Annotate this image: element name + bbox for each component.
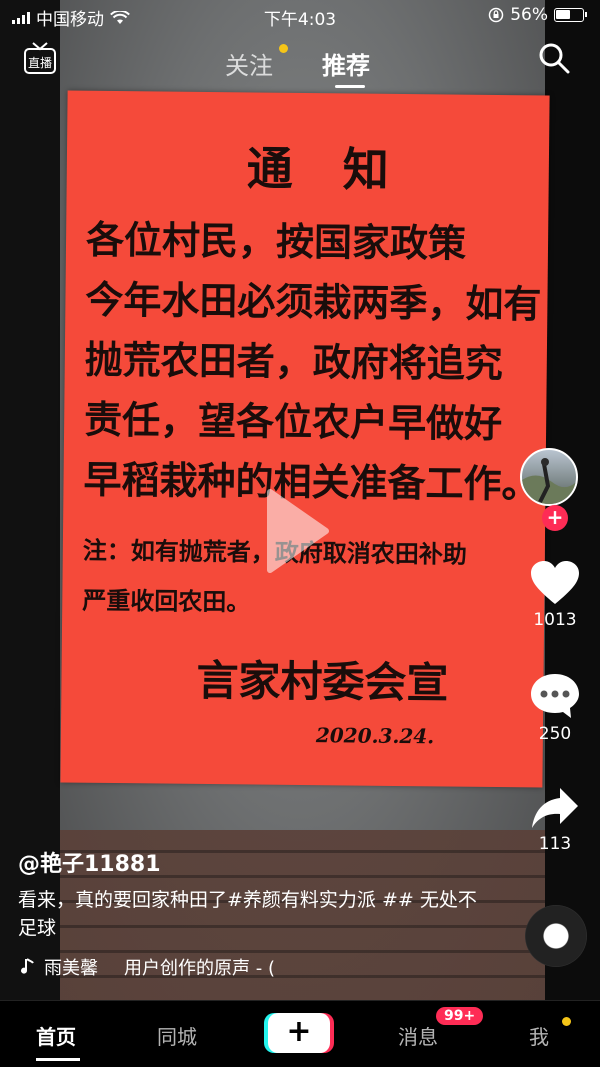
tab-follow[interactable]: 关注 [225, 46, 273, 81]
author-handle[interactable]: @艳子11881 [18, 846, 161, 878]
tab-me[interactable]: 我 [529, 1021, 549, 1050]
battery-percent: 56% [510, 5, 548, 25]
author-avatar[interactable] [520, 448, 578, 506]
tab-recommend[interactable]: 推荐 [322, 46, 370, 81]
notice-note: 严重收回农田。 [82, 585, 251, 617]
rotation-lock-icon [488, 7, 504, 23]
notice-line: 今年水田必须栽两季，如有 [85, 276, 542, 327]
post-caption[interactable]: 看来，真的要回家种田了#养颜有料实力派 ## 无处不足球 [18, 886, 488, 942]
messages-badge: 99+ [436, 1007, 484, 1025]
active-tab-underline [36, 1058, 80, 1061]
notice-line: 责任，望各位农户早做好 [83, 396, 503, 447]
notice-date: 2020.3.24. [315, 723, 435, 749]
notice-line: 抛荒农田者，政府将追究 [84, 336, 504, 387]
music-title: 用户创作的原声 - ( [124, 958, 275, 979]
follow-button[interactable]: + [542, 505, 568, 531]
comment-icon [531, 674, 579, 718]
like-button[interactable]: 1013 [520, 560, 590, 630]
create-button[interactable]: + [268, 1013, 330, 1053]
notice-line: 各位村民，按国家政策 [85, 216, 467, 266]
share-count: 113 [538, 834, 572, 854]
share-button[interactable]: 113 [520, 786, 590, 854]
music-disc-icon[interactable] [525, 905, 587, 967]
tab-city[interactable]: 同城 [157, 1021, 197, 1050]
music-note-icon [21, 958, 34, 974]
notice-signature: 言家村委会宣 [196, 655, 449, 708]
tab-home[interactable]: 首页 [36, 1021, 76, 1050]
live-icon[interactable]: 直播 [22, 40, 58, 76]
status-bar: 中国移动 下午4:03 56% [0, 0, 600, 32]
like-count: 1013 [533, 610, 577, 630]
live-label: 直播 [28, 56, 52, 70]
notice-title: 通知 [246, 141, 440, 198]
top-nav: 直播 关注 推荐 [0, 36, 600, 96]
bottom-tab-bar: 首页 同城 + 消息 99+ 我 [0, 1000, 600, 1067]
search-icon[interactable] [538, 42, 570, 74]
comment-count: 250 [538, 724, 572, 744]
music-info[interactable]: 雨美馨 用户创作的原声 - ( [18, 954, 275, 980]
heart-icon [531, 561, 579, 604]
share-arrow-icon [532, 788, 578, 828]
me-notification-dot [562, 1017, 571, 1026]
follow-notification-dot [279, 44, 288, 53]
play-icon[interactable] [262, 486, 332, 576]
red-notice-poster: 通知 各位村民，按国家政策 今年水田必须栽两季，如有 抛荒农田者，政府将追究 责… [60, 90, 550, 788]
tab-messages[interactable]: 消息 [398, 1021, 438, 1050]
music-artist: 雨美馨 [44, 958, 98, 979]
battery-icon [554, 8, 587, 22]
comment-button[interactable]: 250 [520, 672, 590, 744]
active-tab-indicator [335, 85, 365, 88]
